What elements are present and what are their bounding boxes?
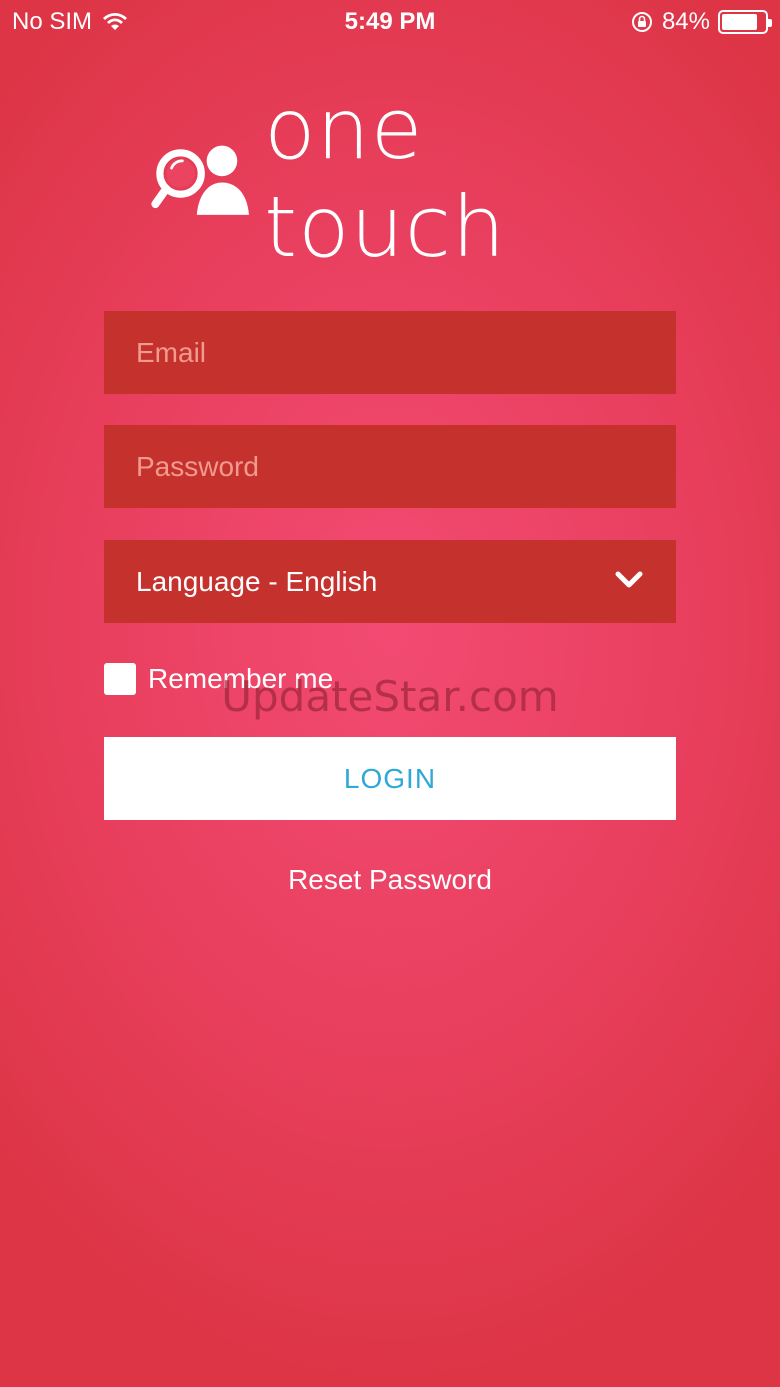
remember-checkbox[interactable] [104, 663, 136, 695]
app-logo: one touch [150, 80, 650, 276]
language-select[interactable]: Language - English [104, 540, 676, 623]
user-search-icon [151, 145, 249, 215]
language-label: Language - English [136, 565, 378, 597]
email-field[interactable] [104, 311, 676, 394]
email-input[interactable] [136, 336, 676, 369]
battery-icon [718, 10, 772, 34]
remember-me[interactable]: Remember me [104, 663, 333, 695]
password-field[interactable] [104, 425, 676, 508]
battery-fill [722, 14, 758, 30]
battery-tip [768, 19, 772, 27]
rotation-lock-icon [631, 12, 652, 32]
status-bar: No SIM 5:49 PM 84% [0, 0, 780, 44]
remember-label: Remember me [148, 663, 334, 694]
chevron-down-icon [615, 571, 643, 588]
login-button[interactable]: LOGIN [104, 737, 676, 820]
reset-password-link[interactable]: Reset Password [0, 864, 780, 896]
status-right: 84% [630, 8, 772, 36]
logo-text: one touch [264, 80, 507, 276]
password-input[interactable] [136, 450, 676, 483]
battery-percent: 84% [661, 8, 710, 35]
